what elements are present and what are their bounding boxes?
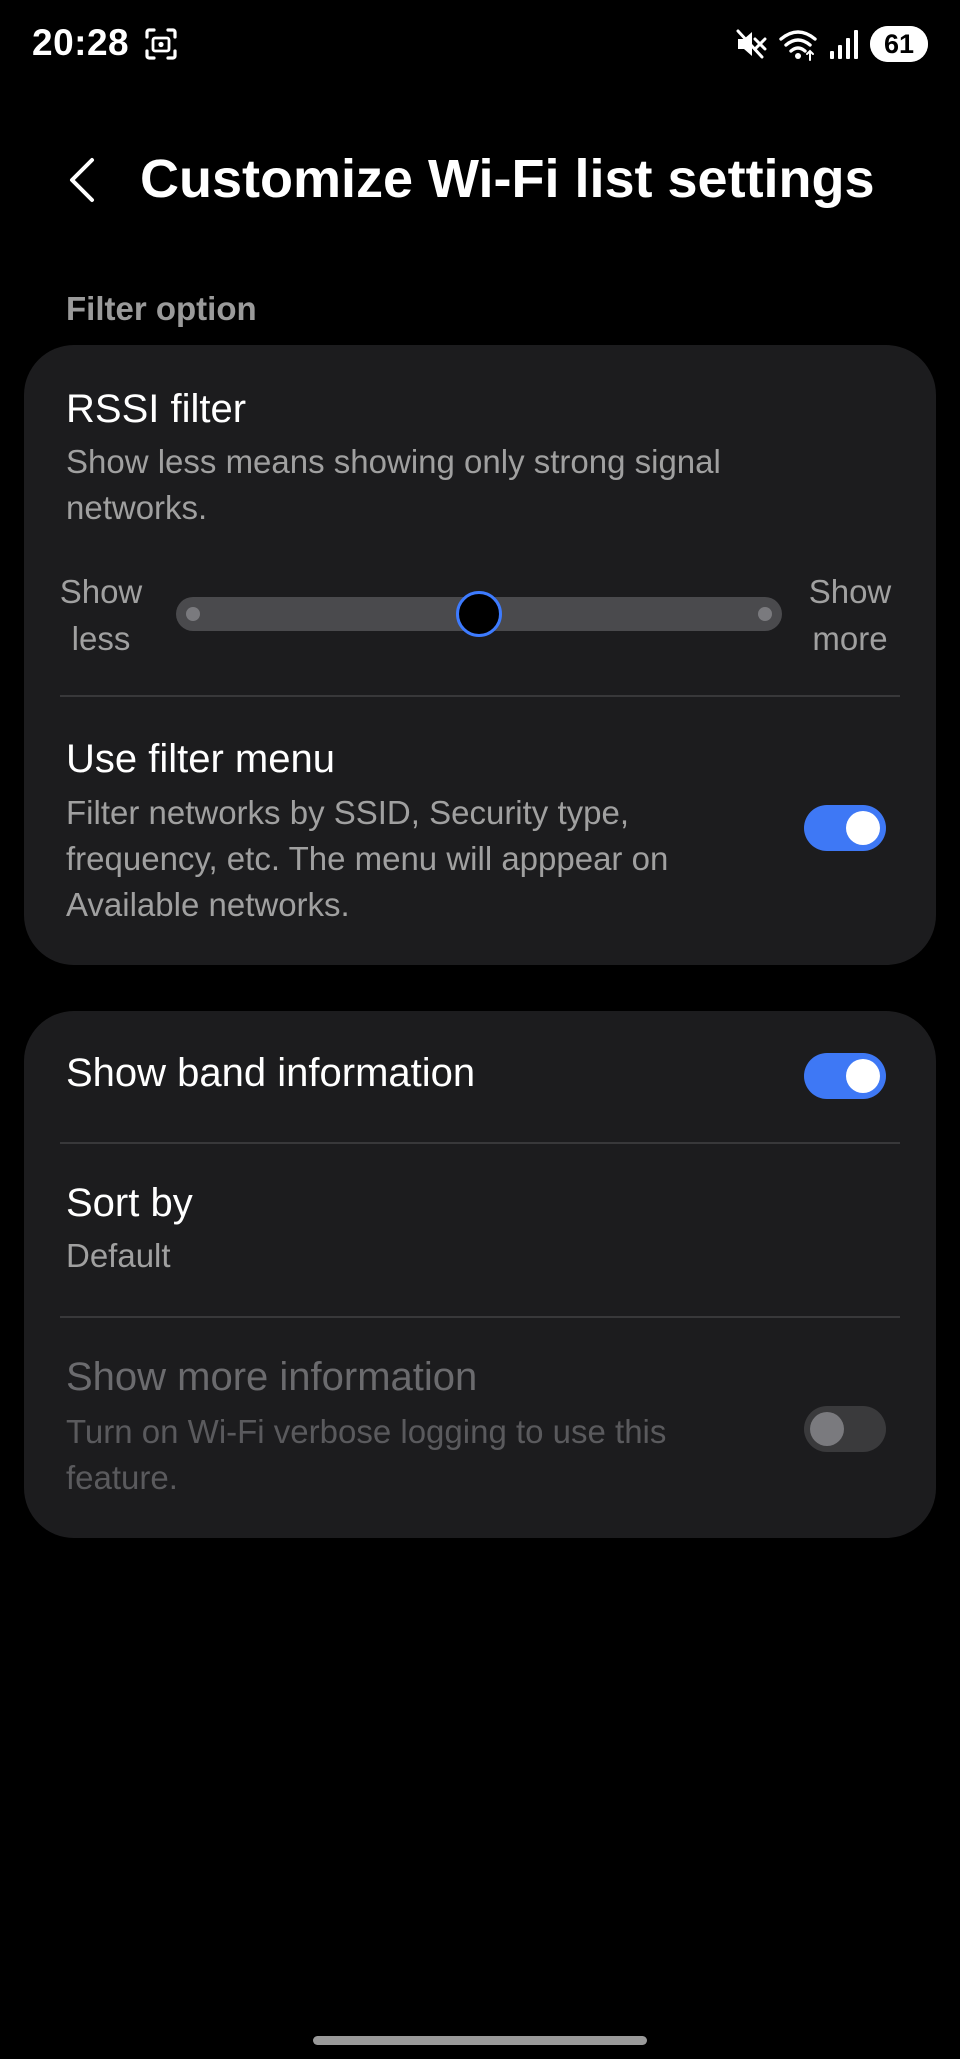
rssi-filter-description: Show less means showing only strong sign… <box>66 443 721 526</box>
home-indicator[interactable] <box>313 2036 647 2045</box>
show-band-info-title: Show band information <box>66 1051 476 1095</box>
back-button[interactable] <box>50 148 114 212</box>
slider-min-label: Show less <box>59 573 143 657</box>
slider-tick-min <box>186 607 200 621</box>
show-band-info-toggle[interactable] <box>804 1053 886 1099</box>
sort-by-title: Sort by <box>66 1181 193 1225</box>
signal-icon <box>830 30 858 59</box>
page-title: Customize Wi-Fi list settings <box>140 149 875 209</box>
use-filter-menu-title: Use filter menu <box>66 737 335 781</box>
divider <box>60 1142 900 1144</box>
show-more-info-title: Show more information <box>66 1355 478 1399</box>
show-more-info-toggle <box>804 1406 886 1452</box>
battery-icon: 61 <box>870 26 928 62</box>
toggle-knob <box>846 811 880 845</box>
toggle-knob <box>846 1059 880 1093</box>
rssi-slider[interactable] <box>176 591 782 637</box>
status-time: 20:28 <box>32 22 130 63</box>
use-filter-menu-toggle[interactable] <box>804 805 886 851</box>
display-options-card: Show band information Sort by Default Sh… <box>24 1011 936 1538</box>
chevron-left-icon <box>70 158 94 202</box>
status-bar: 20:28 61 <box>0 0 960 90</box>
filter-options-card: RSSI filter Show less means showing only… <box>24 345 936 965</box>
slider-max-label: Show more <box>808 573 892 657</box>
divider <box>60 695 900 697</box>
wifi-icon <box>779 30 817 61</box>
rssi-slider-thumb[interactable] <box>456 591 502 637</box>
sort-by-value: Default <box>66 1237 171 1274</box>
battery-level: 61 <box>883 29 915 59</box>
screenshot-icon <box>144 27 178 61</box>
divider <box>60 1316 900 1318</box>
mute-icon <box>736 29 767 59</box>
slider-tick-max <box>758 607 772 621</box>
status-icons: 61 <box>734 24 928 64</box>
use-filter-menu-description: Filter networks by SSID, Security type, … <box>66 794 669 923</box>
section-label-filter-option: Filter option <box>66 290 257 327</box>
rssi-filter-title: RSSI filter <box>66 387 247 431</box>
toggle-knob <box>810 1412 844 1446</box>
app-header: Customize Wi-Fi list settings <box>0 130 960 230</box>
show-more-info-description: Turn on Wi-Fi verbose logging to use thi… <box>66 1413 667 1496</box>
